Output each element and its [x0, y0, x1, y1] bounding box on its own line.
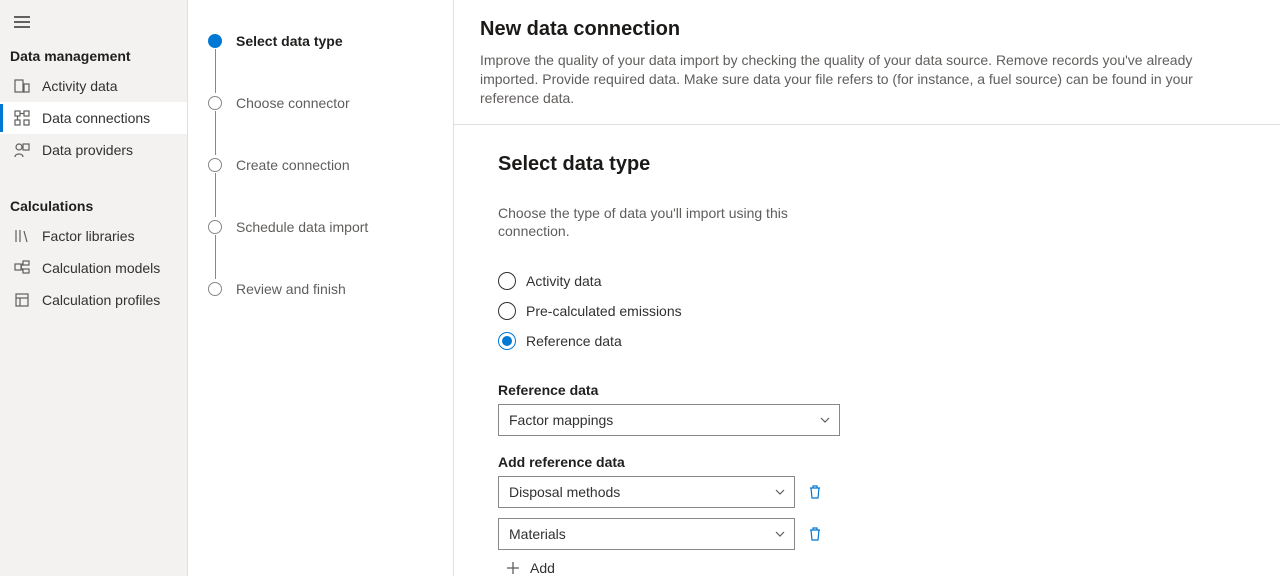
select-value: Factor mappings	[509, 412, 613, 428]
sidebar-item-data-connections[interactable]: Data connections	[0, 102, 187, 134]
step-select-data-type[interactable]: Select data type	[208, 32, 433, 50]
nav-label: Data connections	[42, 110, 150, 126]
add-reference-data-block: Add reference data Disposal methods	[498, 454, 1254, 576]
radio-label: Pre-calculated emissions	[526, 303, 682, 319]
chevron-down-icon	[774, 486, 786, 498]
step-indicator-icon	[208, 34, 222, 48]
step-connector	[215, 173, 217, 217]
step-review-and-finish[interactable]: Review and finish	[208, 280, 433, 298]
activity-data-icon	[14, 78, 30, 94]
delete-reference-button[interactable]	[807, 484, 823, 500]
nav-label: Calculation models	[42, 260, 160, 276]
radio-activity-data[interactable]: Activity data	[498, 266, 1254, 296]
reference-item-row: Materials	[498, 518, 1254, 550]
section-title: Select data type	[498, 153, 1254, 176]
main-body: Select data type Choose the type of data…	[454, 125, 1280, 576]
calculation-profiles-icon	[14, 292, 30, 308]
wizard-stepper: Select data type Choose connector Create…	[188, 0, 454, 576]
add-reference-button[interactable]: Add	[498, 560, 1254, 576]
step-indicator-icon	[208, 220, 222, 234]
reference-data-select[interactable]: Factor mappings	[498, 404, 840, 436]
section-help-text: Choose the type of data you'll import us…	[498, 204, 798, 240]
radio-pre-calculated-emissions[interactable]: Pre-calculated emissions	[498, 296, 1254, 326]
step-indicator-icon	[208, 158, 222, 172]
page-description: Improve the quality of your data import …	[480, 51, 1240, 108]
select-value: Disposal methods	[509, 484, 620, 500]
step-connector	[215, 111, 217, 155]
nav-group-title: Calculations	[0, 188, 187, 220]
sidebar-item-calculation-models[interactable]: Calculation models	[0, 252, 187, 284]
hamburger-button[interactable]	[0, 8, 187, 38]
step-schedule-data-import[interactable]: Schedule data import	[208, 218, 433, 236]
radio-icon	[498, 332, 516, 350]
step-connector	[215, 49, 217, 93]
sidebar-item-calculation-profiles[interactable]: Calculation profiles	[0, 284, 187, 316]
reference-data-label: Reference data	[498, 382, 1254, 398]
main-header: New data connection Improve the quality …	[454, 0, 1280, 125]
data-type-radio-group: Activity data Pre-calculated emissions R…	[498, 266, 1254, 356]
hamburger-icon	[14, 16, 30, 28]
nav-label: Calculation profiles	[42, 292, 160, 308]
app-root: Data management Activity data Data conne…	[0, 0, 1280, 576]
calculation-models-icon	[14, 260, 30, 276]
step-label: Select data type	[236, 33, 343, 49]
step-label: Create connection	[236, 157, 350, 173]
chevron-down-icon	[774, 528, 786, 540]
radio-icon	[498, 272, 516, 290]
main-panel: New data connection Improve the quality …	[454, 0, 1280, 576]
radio-reference-data[interactable]: Reference data	[498, 326, 1254, 356]
nav-label: Factor libraries	[42, 228, 135, 244]
step-label: Schedule data import	[236, 219, 368, 235]
add-button-label: Add	[530, 560, 555, 576]
step-connector	[215, 235, 217, 279]
reference-data-block: Reference data Factor mappings	[498, 382, 1254, 436]
reference-item-select[interactable]: Disposal methods	[498, 476, 795, 508]
add-reference-data-label: Add reference data	[498, 454, 1254, 470]
step-label: Review and finish	[236, 281, 346, 297]
reference-item-row: Disposal methods	[498, 476, 1254, 508]
delete-reference-button[interactable]	[807, 526, 823, 542]
sidebar-item-factor-libraries[interactable]: Factor libraries	[0, 220, 187, 252]
sidebar: Data management Activity data Data conne…	[0, 0, 188, 576]
data-providers-icon	[14, 142, 30, 158]
factor-libraries-icon	[14, 228, 30, 244]
step-choose-connector[interactable]: Choose connector	[208, 94, 433, 112]
radio-icon	[498, 302, 516, 320]
nav-label: Activity data	[42, 78, 117, 94]
radio-label: Activity data	[526, 273, 601, 289]
plus-icon	[506, 561, 520, 575]
sidebar-item-data-providers[interactable]: Data providers	[0, 134, 187, 166]
step-indicator-icon	[208, 282, 222, 296]
step-create-connection[interactable]: Create connection	[208, 156, 433, 174]
data-connections-icon	[14, 110, 30, 126]
nav-label: Data providers	[42, 142, 133, 158]
nav-group-title: Data management	[0, 38, 187, 70]
select-value: Materials	[509, 526, 566, 542]
page-title: New data connection	[480, 18, 1254, 41]
chevron-down-icon	[819, 414, 831, 426]
step-label: Choose connector	[236, 95, 350, 111]
radio-label: Reference data	[526, 333, 622, 349]
reference-item-select[interactable]: Materials	[498, 518, 795, 550]
step-indicator-icon	[208, 96, 222, 110]
sidebar-item-activity-data[interactable]: Activity data	[0, 70, 187, 102]
